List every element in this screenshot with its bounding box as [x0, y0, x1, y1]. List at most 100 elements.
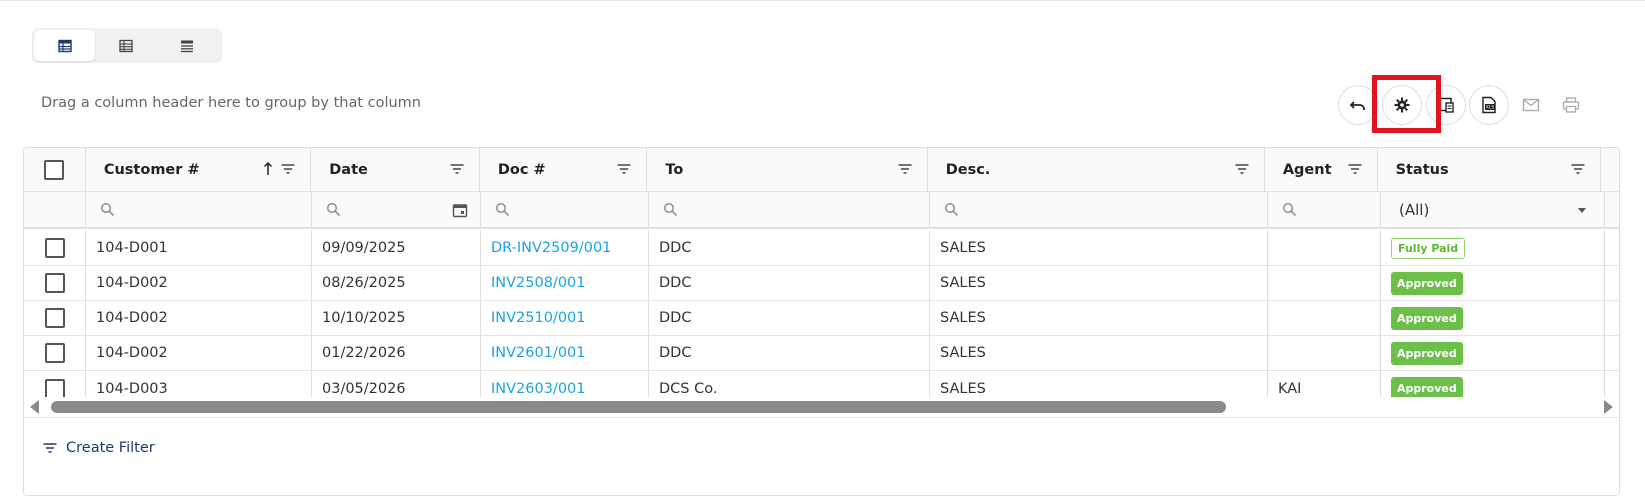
header-desc-label: Desc.	[945, 161, 991, 178]
scroll-left-icon[interactable]	[30, 400, 39, 414]
filter-cell-empty	[24, 192, 86, 227]
cell-date: 01/22/2026	[312, 336, 481, 370]
cell-desc: SALES	[930, 301, 1268, 335]
cell-desc: SALES	[930, 336, 1268, 370]
scroll-right-icon[interactable]	[1604, 400, 1613, 414]
status-badge: Approved	[1391, 271, 1463, 295]
row-checkbox[interactable]	[44, 238, 65, 258]
cell-agent	[1268, 336, 1381, 370]
grid-view-icon	[118, 39, 133, 52]
scrollbar-thumb[interactable]	[51, 401, 1226, 413]
filter-icon[interactable]	[897, 161, 913, 177]
cell-customer: 104-D002	[86, 336, 312, 370]
doc-link[interactable]: DR-INV2509/001	[491, 240, 611, 256]
create-filter-button[interactable]: Create Filter	[42, 440, 155, 456]
row-select-cell	[24, 231, 86, 265]
column-header-row: Customer # Date Doc # To Desc. Agent Sta…	[24, 148, 1619, 192]
table-view-button[interactable]	[34, 30, 95, 61]
column-chooser-icon	[1438, 97, 1454, 113]
cell-desc: SALES	[930, 266, 1268, 300]
header-status[interactable]: Status	[1378, 148, 1601, 191]
export-excel-icon: XLS	[1482, 96, 1496, 114]
header-spacer	[1601, 148, 1619, 191]
row-checkbox[interactable]	[44, 273, 65, 293]
cell-to: DDC	[649, 266, 930, 300]
view-mode-toggle	[32, 28, 222, 63]
row-checkbox[interactable]	[44, 343, 65, 363]
email-icon	[1522, 98, 1540, 112]
filter-spacer	[1605, 192, 1619, 227]
list-view-button[interactable]	[156, 30, 217, 61]
header-doc[interactable]: Doc #	[480, 148, 648, 191]
table-row[interactable]: 104-D002 10/10/2025 INV2510/001 DDC SALE…	[24, 301, 1619, 336]
cell-customer: 104-D002	[86, 266, 312, 300]
header-desc[interactable]: Desc.	[928, 148, 1265, 191]
select-all-checkbox[interactable]	[44, 159, 65, 180]
cell-customer: 104-D002	[86, 301, 312, 335]
cell-date: 10/10/2025	[312, 301, 481, 335]
data-grid: Customer # Date Doc # To Desc. Agent Sta…	[23, 147, 1620, 496]
filter-icon[interactable]	[449, 161, 465, 177]
filter-status-select[interactable]: (All)	[1381, 192, 1605, 227]
filter-row: (All)	[24, 192, 1619, 229]
cell-agent	[1268, 266, 1381, 300]
filter-to-input[interactable]	[649, 192, 930, 227]
grid-footer: Create Filter	[24, 417, 1619, 495]
filter-icon[interactable]	[1570, 161, 1586, 177]
cell-desc: SALES	[930, 231, 1268, 265]
status-badge: Fully Paid	[1391, 237, 1466, 259]
cell-to: DDC	[649, 231, 930, 265]
filter-icon[interactable]	[616, 161, 632, 177]
select-all-cell	[24, 148, 86, 191]
filter-icon[interactable]	[1234, 161, 1250, 177]
doc-link[interactable]: INV2508/001	[491, 275, 586, 291]
filter-date-input[interactable]	[312, 192, 481, 227]
header-date[interactable]: Date	[311, 148, 480, 191]
search-icon	[663, 202, 678, 217]
grid-view-button[interactable]	[95, 30, 156, 61]
filter-agent-input[interactable]	[1268, 192, 1381, 227]
list-view-icon	[180, 40, 193, 52]
row-select-cell	[24, 266, 86, 300]
filter-doc-input[interactable]	[481, 192, 649, 227]
sort-ascending-icon[interactable]	[260, 161, 276, 177]
column-chooser-button[interactable]	[1426, 85, 1466, 125]
search-icon	[495, 202, 510, 217]
header-agent[interactable]: Agent	[1265, 148, 1378, 191]
header-date-label: Date	[329, 161, 368, 178]
print-button[interactable]	[1559, 93, 1583, 117]
row-select-cell	[24, 336, 86, 370]
table-row[interactable]: 104-D002 01/22/2026 INV2601/001 DDC SALE…	[24, 336, 1619, 371]
row-checkbox[interactable]	[44, 308, 65, 328]
header-to[interactable]: To	[647, 148, 928, 191]
settings-button[interactable]	[1382, 85, 1422, 125]
undo-icon	[1349, 101, 1365, 110]
settings-gear-icon	[1394, 97, 1410, 113]
doc-link[interactable]: INV2603/001	[491, 381, 586, 397]
header-status-label: Status	[1395, 161, 1449, 178]
table-row[interactable]: 104-D001 09/09/2025 DR-INV2509/001 DDC S…	[24, 231, 1619, 266]
print-icon	[1562, 97, 1580, 113]
calendar-icon[interactable]	[452, 202, 468, 218]
create-filter-label: Create Filter	[66, 440, 155, 456]
doc-link[interactable]: INV2601/001	[491, 345, 586, 361]
horizontal-scrollbar[interactable]	[24, 397, 1619, 417]
doc-link[interactable]: INV2510/001	[491, 310, 586, 326]
row-checkbox[interactable]	[44, 378, 65, 399]
filter-desc-input[interactable]	[930, 192, 1268, 227]
filter-icon[interactable]	[1347, 161, 1363, 177]
table-row[interactable]: 104-D002 08/26/2025 INV2508/001 DDC SALE…	[24, 266, 1619, 301]
search-icon	[944, 202, 959, 217]
filter-customer-input[interactable]	[86, 192, 312, 227]
cell-date: 08/26/2025	[312, 266, 481, 300]
group-by-drop-zone[interactable]: Drag a column header here to group by th…	[41, 95, 421, 111]
header-agent-label: Agent	[1282, 161, 1332, 178]
cell-customer: 104-D001	[86, 231, 312, 265]
header-to-label: To	[665, 161, 684, 178]
export-excel-button[interactable]: XLS	[1469, 85, 1509, 125]
header-customer[interactable]: Customer #	[86, 148, 312, 191]
email-button[interactable]	[1519, 93, 1543, 117]
top-divider	[0, 0, 1645, 1]
filter-icon[interactable]	[280, 161, 296, 177]
undo-button[interactable]	[1338, 85, 1378, 125]
